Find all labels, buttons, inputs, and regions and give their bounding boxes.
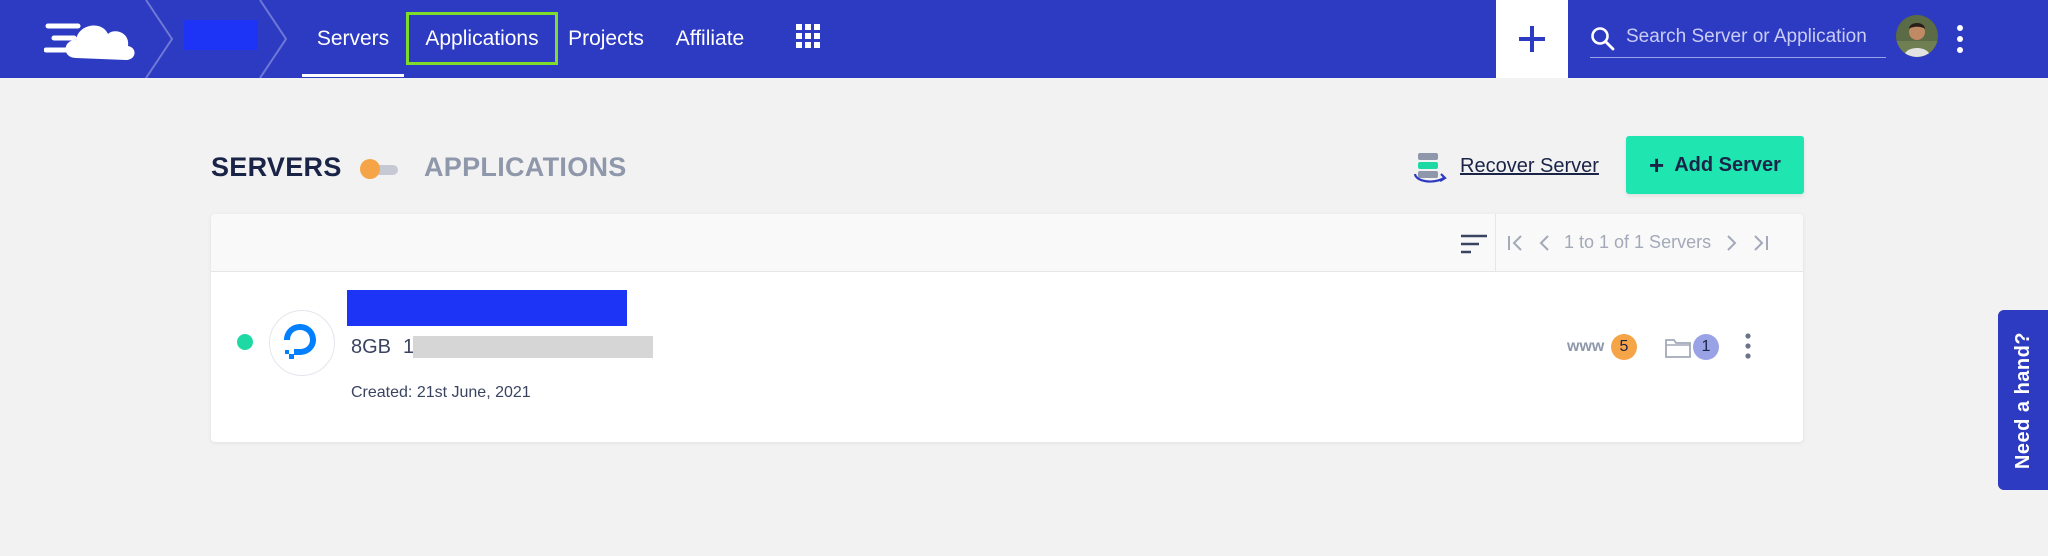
cloudways-logo-icon[interactable] (44, 10, 140, 68)
search-input[interactable] (1626, 18, 1884, 56)
server-name-redacted[interactable] (347, 290, 627, 326)
nav-servers[interactable]: Servers (302, 0, 404, 78)
nav-projects-label: Projects (568, 27, 644, 50)
toggle-knob (360, 159, 380, 179)
servers-list-card: 1 to 1 of 1 Servers 8GB 1 Created: 21st … (211, 214, 1803, 442)
nav-applications[interactable]: Applications (406, 0, 558, 78)
server-ip-redacted (413, 336, 653, 358)
recover-server-icon[interactable] (1412, 150, 1450, 184)
recover-server-link[interactable]: Recover Server (1460, 155, 1599, 178)
top-navbar: Servers Applications Projects Affiliate (0, 0, 2048, 78)
www-icon[interactable]: www (1567, 338, 1604, 356)
plus-icon (1519, 26, 1545, 52)
next-page-icon[interactable] (1725, 234, 1739, 252)
pagination-text: 1 to 1 of 1 Servers (1564, 232, 1712, 252)
nav-applications-label: Applications (425, 27, 539, 50)
provider-logo (269, 310, 335, 376)
projects-count-badge[interactable]: 1 (1693, 334, 1719, 360)
servers-toggle-label[interactable]: SERVERS (211, 152, 342, 183)
prev-page-icon[interactable] (1537, 234, 1551, 252)
add-server-label: Add Server (1674, 153, 1781, 176)
avatar-image (1896, 15, 1938, 57)
breadcrumb-chevron-icon (145, 0, 174, 78)
list-toolbar: 1 to 1 of 1 Servers (211, 214, 1803, 272)
toolbar-divider (1495, 214, 1496, 272)
first-page-icon[interactable] (1507, 234, 1525, 252)
search-box (1590, 18, 1886, 58)
breadcrumb-chevron-icon (259, 0, 288, 78)
apps-grid-icon[interactable] (796, 24, 820, 48)
help-tab[interactable]: Need a hand? (1998, 310, 2048, 490)
last-page-icon[interactable] (1751, 234, 1769, 252)
apps-count-badge[interactable]: 5 (1611, 334, 1637, 360)
help-label: Need a hand? (2012, 331, 2035, 469)
search-icon (1591, 27, 1615, 51)
add-server-plus-icon: + (1649, 150, 1665, 180)
server-size: 8GB (351, 336, 392, 358)
servers-applications-toggle[interactable] (360, 158, 400, 180)
nav-affiliate-label: Affiliate (675, 27, 745, 50)
digitalocean-logo-icon (284, 324, 316, 359)
nav-servers-label: Servers (316, 27, 390, 50)
nav-affiliate[interactable]: Affiliate (668, 0, 752, 78)
server-created-date: Created: 21st June, 2021 (351, 384, 531, 401)
server-status-dot (237, 334, 253, 350)
breadcrumb-redacted[interactable] (184, 20, 258, 50)
kebab-icon[interactable] (1954, 24, 1966, 54)
nav-projects[interactable]: Projects (562, 0, 650, 78)
add-server-button[interactable]: + Add Server (1626, 136, 1804, 194)
quick-add-button[interactable] (1496, 0, 1568, 78)
kebab-icon[interactable] (1743, 332, 1753, 360)
avatar[interactable] (1896, 15, 1938, 57)
sort-icon[interactable] (1461, 234, 1487, 254)
applications-toggle-label[interactable]: APPLICATIONS (424, 152, 627, 183)
folder-icon[interactable] (1665, 336, 1691, 358)
